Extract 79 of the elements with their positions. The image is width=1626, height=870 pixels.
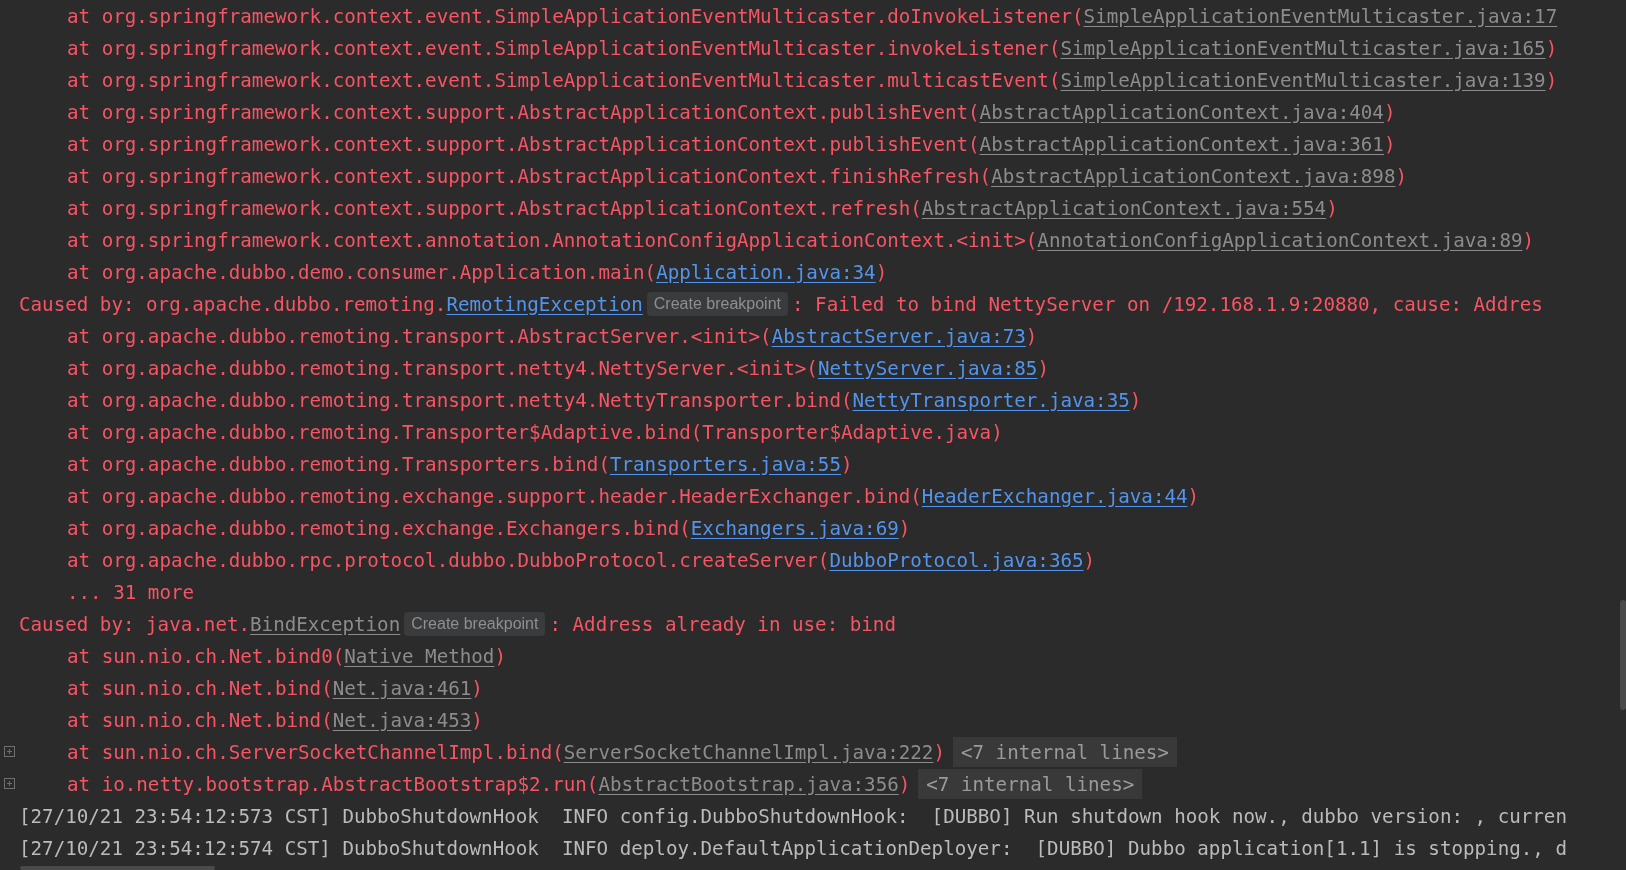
console-text: ) bbox=[1129, 388, 1142, 412]
console-text: at org.apache.dubbo.remoting.Transporters.bind( bbox=[67, 452, 610, 476]
source-link[interactable]: SimpleApplicationEventMulticaster.java:139 bbox=[1060, 68, 1546, 92]
console-text: ) bbox=[471, 708, 483, 732]
console-text: at org.apache.dubbo.remoting.transport.netty4.NettyServer.<init>( bbox=[67, 356, 818, 380]
console-text: Caused by: java.net. bbox=[19, 612, 251, 636]
source-link[interactable]: AbstractApplicationContext.java:404 bbox=[979, 100, 1384, 124]
console-text: ) bbox=[1326, 196, 1338, 220]
source-link[interactable]: BindException bbox=[250, 612, 401, 636]
source-link[interactable]: AnnotationConfigApplicationContext.java:89 bbox=[1037, 228, 1523, 252]
console-text: ... 31 more bbox=[67, 580, 195, 604]
internal-lines-button[interactable]: <7 internal lines> bbox=[952, 737, 1177, 767]
source-link[interactable]: Net.java:453 bbox=[332, 708, 472, 732]
source-link[interactable]: ServerSocketChannelImpl.java:222 bbox=[563, 740, 934, 764]
source-link[interactable]: AbstractApplicationContext.java:898 bbox=[991, 164, 1396, 188]
console-text: at org.springframework.context.support.AbstractApplicationContext.publishEvent( bbox=[67, 132, 980, 156]
source-link[interactable]: NettyTransporter.java:35 bbox=[852, 388, 1130, 412]
source-link[interactable]: AbstractApplicationContext.java:361 bbox=[979, 132, 1384, 156]
source-link[interactable]: Transporters.java:55 bbox=[609, 452, 841, 476]
console-text: ) bbox=[1187, 484, 1200, 508]
console-text: at org.apache.dubbo.remoting.transport.AbstractServer.<init>( bbox=[67, 324, 772, 348]
console-text: at org.springframework.context.event.SimpleApplicationEventMulticaster.invokeListener( bbox=[67, 36, 1061, 60]
source-link[interactable]: Net.java:461 bbox=[332, 676, 472, 700]
console-text: ) bbox=[841, 452, 853, 476]
console-text: at sun.nio.ch.Net.bind( bbox=[67, 676, 333, 700]
console-text: at org.springframework.context.annotation.AnnotationConfigApplicationContext.<init>( bbox=[67, 228, 1038, 252]
console-text: at sun.nio.ch.ServerSocketChannelImpl.bind( bbox=[67, 740, 564, 764]
console-text: ) bbox=[933, 740, 945, 764]
console-text: at org.apache.dubbo.demo.consumer.Application.main( bbox=[67, 260, 657, 284]
console-text: at io.netty.bootstrap.AbstractBootstrap$2.run( bbox=[67, 772, 599, 796]
console-text: at org.apache.dubbo.remoting.transport.netty4.NettyTransporter.bind( bbox=[67, 388, 853, 412]
console-text: : Failed to bind NettyServer on /192.168.1.9:20880, cause: Addres bbox=[792, 292, 1543, 316]
source-link[interactable]: RemotingException bbox=[446, 292, 643, 316]
console-text: at org.apache.dubbo.remoting.Transporter$Adaptive.bind(Transporter$Adaptive.java) bbox=[67, 420, 1003, 444]
console-text: ) bbox=[494, 644, 506, 668]
expand-icon[interactable] bbox=[4, 746, 15, 757]
console-text: at org.springframework.context.event.SimpleApplicationEventMulticaster.multicastEvent( bbox=[67, 68, 1061, 92]
scrollbar-thumb[interactable] bbox=[1620, 600, 1626, 710]
console-text: ) bbox=[1545, 68, 1558, 92]
console-text: ) bbox=[1083, 548, 1096, 572]
console-text: at sun.nio.ch.Net.bind0( bbox=[67, 644, 345, 668]
console-text: ) bbox=[1037, 356, 1049, 380]
console-text: at org.apache.dubbo.remoting.exchange.support.header.HeaderExchanger.bind( bbox=[67, 484, 922, 508]
source-link[interactable]: NettyServer.java:85 bbox=[817, 356, 1038, 380]
create-breakpoint-button[interactable]: Create breakpoint bbox=[646, 292, 788, 316]
source-link[interactable]: Native Method bbox=[344, 644, 495, 668]
source-link[interactable]: DubboProtocol.java:365 bbox=[829, 548, 1084, 572]
console-text: ) bbox=[471, 676, 483, 700]
console-text: ) bbox=[1522, 228, 1535, 252]
console-text: at org.apache.dubbo.remoting.exchange.Exchangers.bind( bbox=[67, 516, 691, 540]
console-text: ) bbox=[1025, 324, 1038, 348]
create-breakpoint-button[interactable]: Create breakpoint bbox=[404, 612, 546, 636]
console-text: : Address already in use: bind bbox=[549, 612, 896, 636]
source-link[interactable]: SimpleApplicationEventMulticaster.java:165 bbox=[1060, 36, 1546, 60]
console-text: ) bbox=[898, 772, 911, 796]
source-link[interactable]: AbstractApplicationContext.java:554 bbox=[921, 196, 1327, 220]
console-text: [27/10/21 23:54:12:573 CST] DubboShutdownHook INFO config.DubboShutdownHook: [DUBBO] Run shutdown hook now., dubbo version: , curren bbox=[19, 804, 1567, 828]
console-text: at org.springframework.context.event.SimpleApplicationEventMulticaster.doInvokeListener( bbox=[67, 4, 1084, 28]
console-text: at org.springframework.context.support.AbstractApplicationContext.refresh( bbox=[67, 196, 922, 220]
console-text: Caused by: org.apache.dubbo.remoting. bbox=[19, 292, 447, 316]
console-text: [27/10/21 23:54:12:574 CST] DubboShutdownHook INFO deploy.DefaultApplicationDeployer: [DUBBO] Dubbo application[1.1] is stopping., d bbox=[19, 836, 1567, 860]
console-text: ) bbox=[875, 260, 888, 284]
console-text: ) bbox=[1383, 100, 1396, 124]
console-text: ) bbox=[1395, 164, 1408, 188]
internal-lines-button[interactable]: <7 internal lines> bbox=[918, 769, 1143, 799]
console-text: at sun.nio.ch.Net.bind( bbox=[67, 708, 333, 732]
console-text: ) bbox=[1383, 132, 1396, 156]
source-link[interactable]: Application.java:34 bbox=[656, 260, 876, 284]
source-link[interactable]: Exchangers.java:69 bbox=[690, 516, 899, 540]
console-text: ) bbox=[898, 516, 911, 540]
console-text: at org.springframework.context.support.AbstractApplicationContext.publishEvent( bbox=[67, 100, 980, 124]
console-text: ) bbox=[1545, 36, 1558, 60]
source-link[interactable]: AbstractBootstrap.java:356 bbox=[598, 772, 899, 796]
expand-icon[interactable] bbox=[4, 778, 15, 789]
console-text: at org.apache.dubbo.rpc.protocol.dubbo.DubboProtocol.createServer( bbox=[67, 548, 830, 572]
console-text: at org.springframework.context.support.AbstractApplicationContext.finishRefresh( bbox=[67, 164, 992, 188]
source-link[interactable]: SimpleApplicationEventMulticaster.java:17 bbox=[1083, 4, 1558, 28]
source-link[interactable]: AbstractServer.java:73 bbox=[771, 324, 1026, 348]
source-link[interactable]: HeaderExchanger.java:44 bbox=[921, 484, 1188, 508]
